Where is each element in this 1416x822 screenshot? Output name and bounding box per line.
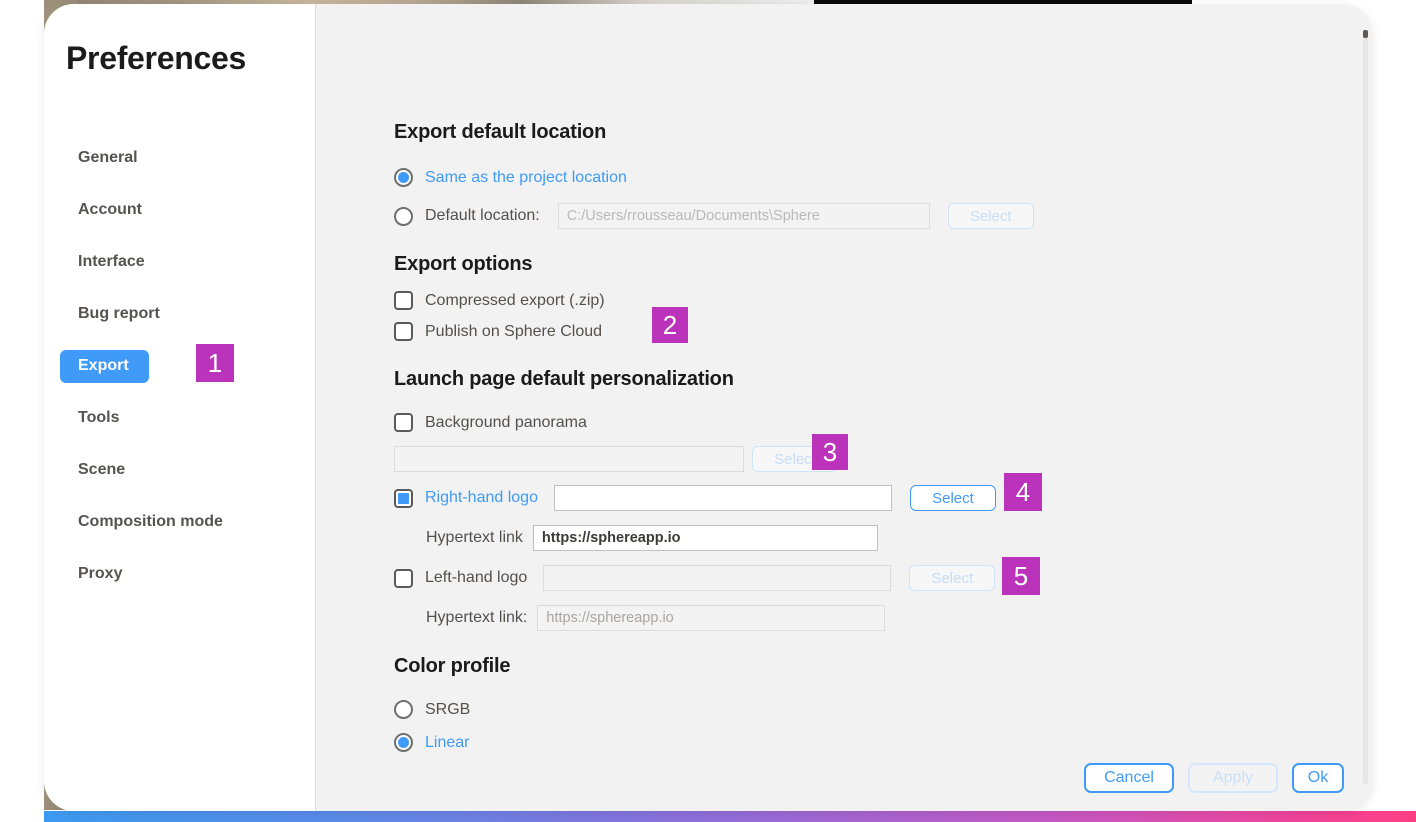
cancel-button[interactable]: Cancel (1084, 763, 1174, 793)
default-location-select-button[interactable]: Select (947, 203, 1034, 229)
sidebar-item-bug-report[interactable]: Bug report (44, 288, 315, 340)
checkbox-left-hand-logo[interactable] (394, 568, 413, 588)
annotation-badge-3: 3 (812, 434, 848, 470)
background-panorama-path-input[interactable] (394, 446, 744, 472)
radio-row-same-as-project[interactable]: Same as the project location (394, 168, 627, 187)
checkbox-label-compressed-export: Compressed export (.zip) (425, 291, 605, 309)
ok-button[interactable]: Ok (1292, 763, 1344, 793)
sidebar-item-label: General (78, 148, 138, 166)
sidebar-nav-list: General Account Interface Bug report Exp… (44, 132, 315, 600)
default-location-path-input[interactable]: C:/Users/rrousseau/Documents\Sphere (557, 203, 930, 229)
main-pane: Export default location Same as the proj… (316, 4, 1372, 811)
checkbox-row-background-panorama[interactable]: Background panorama (394, 413, 587, 432)
section-title-export-default-location: Export default location (394, 121, 607, 143)
sidebar-item-label: Account (78, 200, 142, 218)
sidebar-item-general[interactable]: General (44, 132, 315, 184)
page-title: Preferences (66, 40, 246, 76)
right-hand-logo-path-input[interactable] (553, 485, 892, 511)
radio-row-linear[interactable]: Linear (394, 733, 469, 752)
checkbox-right-hand-logo[interactable] (394, 488, 413, 508)
sidebar-item-label: Scene (78, 460, 126, 478)
sidebar-item-label: Interface (78, 252, 145, 270)
sidebar-item-label: Bug report (78, 304, 160, 322)
checkbox-compressed-export[interactable] (394, 291, 413, 310)
checkbox-label-left-hand-logo: Left-hand logo (425, 569, 528, 586)
sidebar-item-label: Composition mode (78, 512, 223, 530)
annotation-badge-4: 4 (1004, 473, 1042, 511)
radio-label-default-location: Default location: (425, 207, 540, 224)
sidebar-item-export[interactable]: Export (44, 340, 315, 392)
radio-label-srgb: SRGB (425, 700, 471, 718)
sidebar-item-label: Tools (78, 408, 120, 426)
sidebar-item-composition-mode[interactable]: Composition mode (44, 496, 315, 548)
checkbox-label-right-hand-logo: Right-hand logo (425, 489, 538, 506)
bottom-gradient-bar (44, 811, 1416, 822)
scrollbar-thumb[interactable] (1363, 30, 1368, 38)
section-title-export-options: Export options (394, 253, 533, 275)
dialog-footer: Cancel Apply Ok (1084, 763, 1344, 793)
sidebar-item-interface[interactable]: Interface (44, 236, 315, 288)
sidebar-item-label: Export (60, 349, 149, 383)
sidebar-item-proxy[interactable]: Proxy (44, 548, 315, 600)
annotation-badge-5: 5 (1002, 557, 1040, 595)
background-panorama-path-row: Select (394, 446, 838, 472)
radio-label-same-as-project: Same as the project location (425, 168, 627, 186)
left-hand-logo-path-input[interactable] (543, 565, 892, 591)
apply-button[interactable]: Apply (1188, 763, 1278, 793)
sidebar-item-tools[interactable]: Tools (44, 392, 315, 444)
sidebar-item-account[interactable]: Account (44, 184, 315, 236)
radio-srgb[interactable] (394, 700, 413, 719)
section-title-color-profile: Color profile (394, 655, 511, 677)
label-right-hypertext-link: Hypertext link (426, 529, 523, 546)
checkbox-row-compressed-export[interactable]: Compressed export (.zip) (394, 291, 605, 310)
left-hand-logo-row: Left-hand logo Select (394, 565, 996, 591)
left-hand-logo-select-button[interactable]: Select (909, 565, 996, 591)
checkbox-background-panorama[interactable] (394, 413, 413, 432)
checkbox-row-publish-sphere-cloud[interactable]: Publish on Sphere Cloud (394, 322, 602, 341)
right-hand-logo-select-button[interactable]: Select (909, 485, 996, 511)
radio-row-default-location[interactable]: Default location: C:/Users/rrousseau/Doc… (394, 203, 1034, 229)
sidebar-item-scene[interactable]: Scene (44, 444, 315, 496)
radio-linear[interactable] (394, 733, 413, 752)
left-hand-hypertext-link-input[interactable]: https://sphereapp.io (537, 605, 886, 631)
radio-label-linear: Linear (425, 733, 470, 751)
annotation-badge-1: 1 (196, 344, 234, 382)
right-hand-logo-row: Right-hand logo Select (394, 485, 996, 511)
sidebar-item-label: Proxy (78, 564, 123, 582)
checkbox-label-publish-sphere-cloud: Publish on Sphere Cloud (425, 322, 603, 340)
radio-same-as-project-location[interactable] (394, 168, 413, 187)
right-hand-hypertext-link-row: Hypertext link https://sphereapp.io (426, 525, 878, 551)
section-title-launch-page: Launch page default personalization (394, 368, 734, 390)
preferences-dialog: Preferences General Account Interface Bu… (44, 4, 1372, 811)
vertical-scrollbar[interactable] (1363, 30, 1368, 785)
annotation-badge-2: 2 (652, 307, 688, 343)
radio-row-srgb[interactable]: SRGB (394, 700, 470, 719)
right-hand-hypertext-link-input[interactable]: https://sphereapp.io (532, 525, 878, 551)
left-hand-hypertext-link-row: Hypertext link: https://sphereapp.io (426, 605, 886, 631)
label-left-hypertext-link: Hypertext link: (426, 609, 528, 626)
checkbox-publish-sphere-cloud[interactable] (394, 322, 413, 341)
checkbox-label-background-panorama: Background panorama (425, 413, 587, 431)
radio-default-location[interactable] (394, 206, 413, 226)
sidebar: Preferences General Account Interface Bu… (44, 4, 316, 811)
